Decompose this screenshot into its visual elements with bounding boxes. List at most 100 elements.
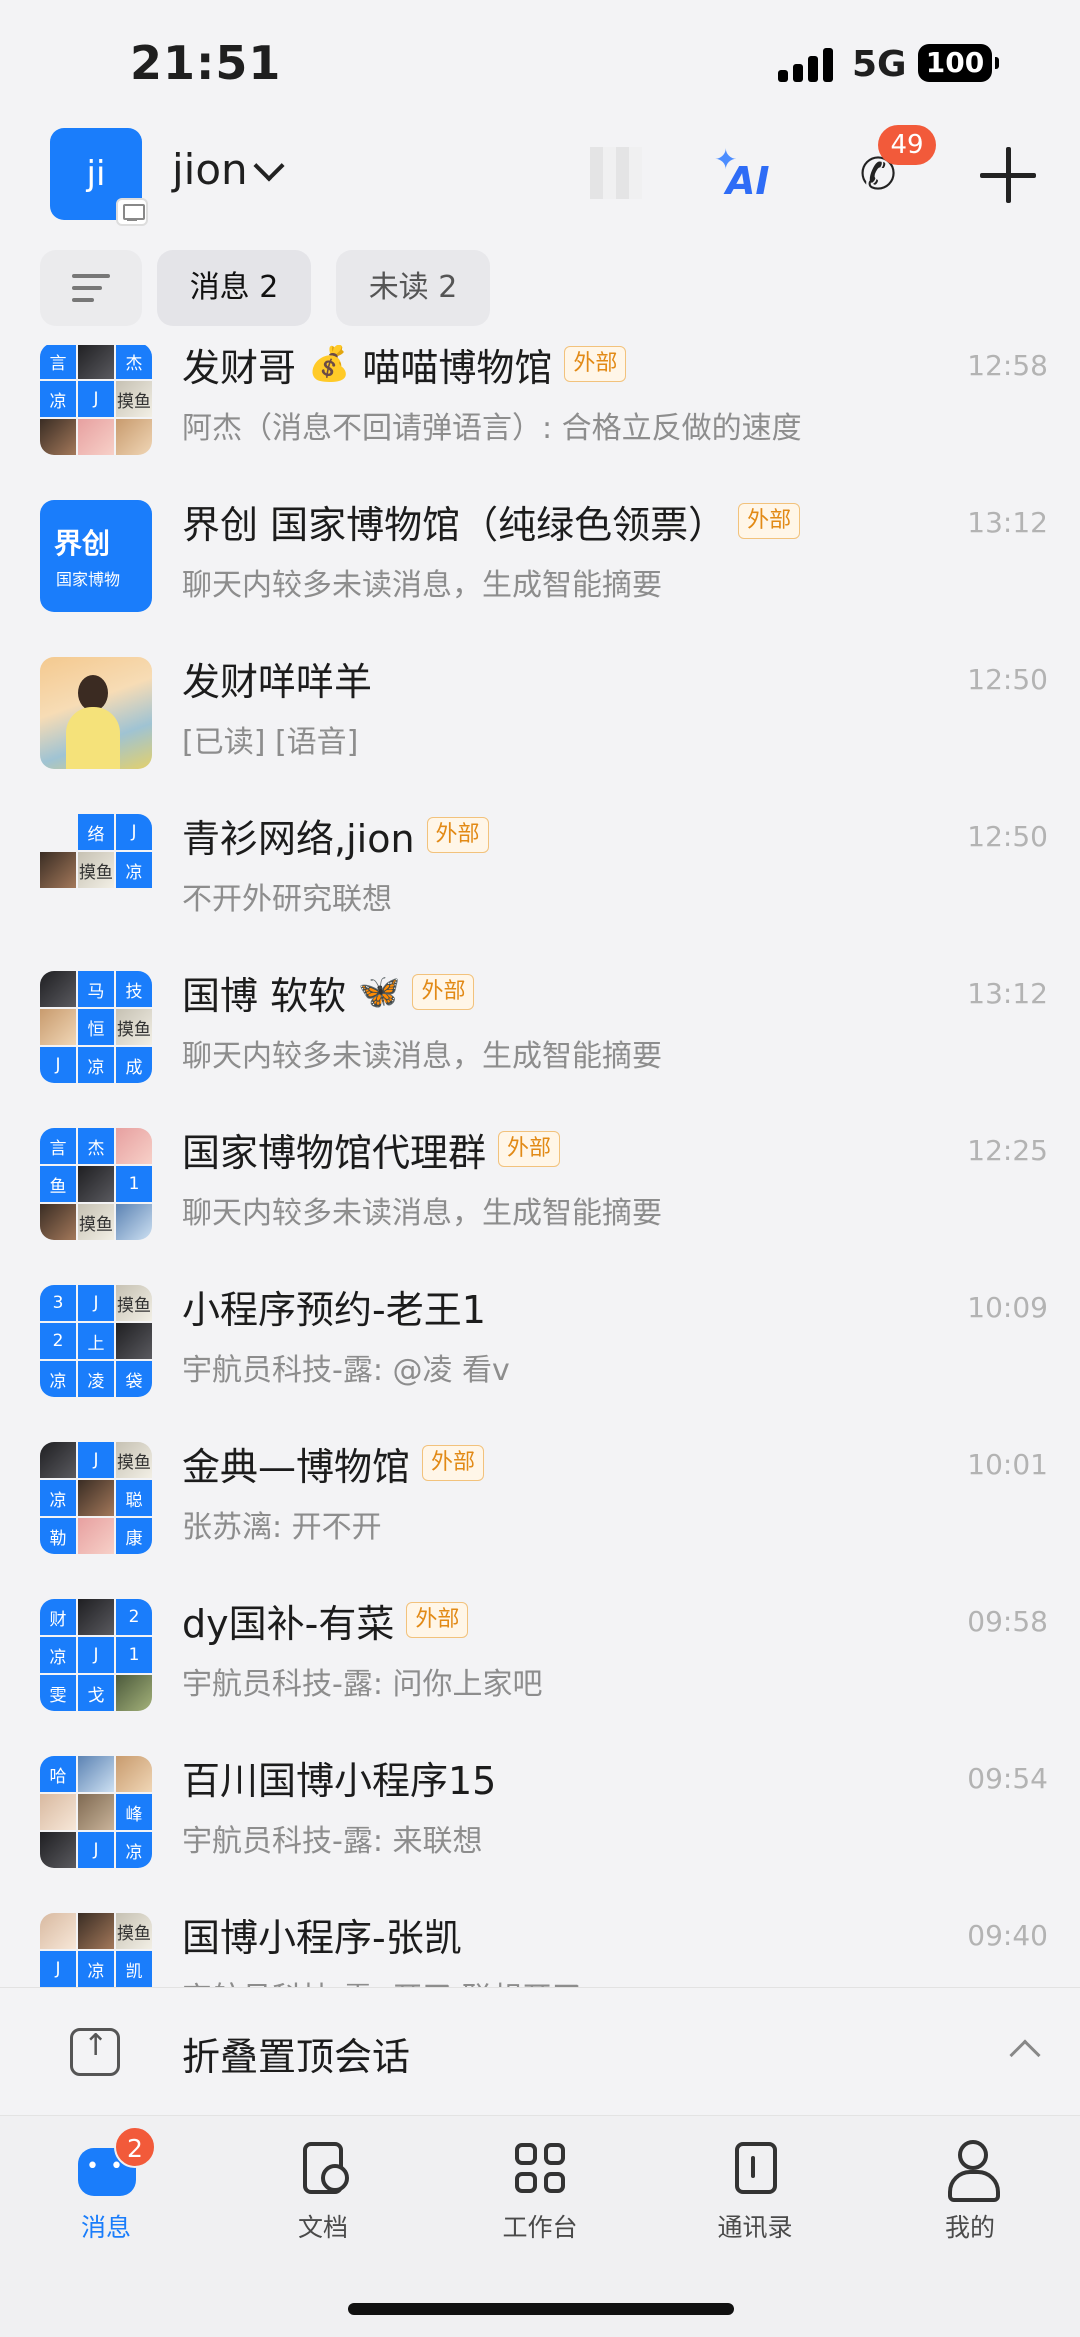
ai-label: AI <box>726 159 770 203</box>
chat-row[interactable]: 发财咩咩羊 12:50 [已读] [语音] <box>0 649 1080 806</box>
external-tag: 外部 <box>422 1445 485 1481</box>
account-avatar[interactable]: ji <box>50 128 148 226</box>
status-bar: 21:51 5G 100 <box>0 0 1080 125</box>
home-indicator[interactable] <box>348 2303 734 2315</box>
chat-preview: 聊天内较多未读消息，生成智能摘要 <box>182 1196 662 1231</box>
group-avatar: 言杰 凉 J 摸鱼 <box>40 345 152 455</box>
chat-title: 青衫网络,jion 外部 <box>182 806 489 864</box>
chat-preview: 宇航员科技-露: @凌 看v <box>182 1353 510 1388</box>
messages-badge: 2 <box>114 2126 156 2168</box>
chat-row[interactable]: 哈 峰 J凉 百川国博小程序15 09:54 宇航员科技-露: 来联想 <box>0 1748 1080 1905</box>
filter-unread-chip[interactable]: 未读 2 <box>336 250 490 326</box>
tab-workbench[interactable]: 工作台 <box>470 2138 610 2248</box>
document-icon <box>303 2142 349 2194</box>
chat-title: 界创 国家博物馆（纯绿色领票） 外部 <box>182 492 801 550</box>
chat-name: 金典—博物馆 <box>182 1444 411 1489</box>
chat-row[interactable]: 言杰 凉 J 摸鱼 发财哥 💰 喵喵博物馆 外部 12:58 阿杰（消息不回请弹语言… <box>0 345 1080 492</box>
tab-label: 通讯录 <box>717 2213 793 2242</box>
tab-docs[interactable]: 文档 <box>253 2138 393 2248</box>
external-tag: 外部 <box>738 503 801 539</box>
grid-icon <box>515 2143 565 2193</box>
chat-name: 小程序预约-老王1 <box>182 1287 486 1332</box>
chat-preview: 张苏漓: 开不开 <box>182 1510 382 1545</box>
group-avatar: 3 J 摸鱼 2上 凉凌袋 <box>40 1285 152 1397</box>
chat-name: 国博 软软 <box>182 973 347 1018</box>
chat-title: 小程序预约-老王1 <box>182 1277 486 1335</box>
chat-name: 发财咩咩羊 <box>182 659 373 704</box>
filter-messages-chip[interactable]: 消息 2 <box>157 250 311 326</box>
chat-name: 界创 国家博物馆（纯绿色领票） <box>182 502 727 547</box>
butterfly-icon: 🦋 <box>358 972 401 1012</box>
group-avatar: 马技 恒摸鱼 J凉成 <box>40 971 152 1083</box>
group-avatar: 摸鱼 J凉凯 <box>40 1913 152 1987</box>
group-avatar: 哈 峰 J凉 <box>40 1756 152 1868</box>
chat-row[interactable]: 财2 凉J1 雯戈 dy国补-有菜 外部 09:58 宇航员科技-露: 问你上家… <box>0 1591 1080 1748</box>
external-tag: 外部 <box>406 1602 469 1638</box>
pc-online-icon <box>116 198 148 226</box>
chat-name: 青衫网络,jion <box>182 816 415 861</box>
chat-time: 09:58 <box>967 1605 1048 1638</box>
chat-preview: 不开外研究联想 <box>182 882 392 917</box>
chat-time: 10:01 <box>967 1448 1048 1481</box>
chat-preview: 聊天内较多未读消息，生成智能摘要 <box>182 568 662 603</box>
mosaic-icon[interactable] <box>590 147 642 199</box>
tab-messages[interactable]: 2 消息 <box>36 2126 176 2248</box>
chevron-up-icon[interactable] <box>1009 2039 1041 2071</box>
chat-time: 12:50 <box>967 820 1048 853</box>
money-bag-icon: 💰 <box>308 345 351 384</box>
external-tag: 外部 <box>564 346 627 382</box>
chat-row[interactable]: 络J 摸鱼凉 青衫网络,jion 外部 12:50 不开外研究联想 <box>0 806 1080 963</box>
brand-avatar: 界创 国家博物 <box>40 500 152 612</box>
tab-label: 我的 <box>944 2213 995 2242</box>
group-avatar: J 摸鱼 凉聪 勒康 <box>40 1442 152 1554</box>
pin-upload-icon <box>70 2028 120 2076</box>
chat-preview: 聊天内较多未读消息，生成智能摘要 <box>182 1039 662 1074</box>
chat-title: 发财咩咩羊 <box>182 649 372 707</box>
chat-list[interactable]: 言杰 凉 J 摸鱼 发财哥 💰 喵喵博物馆 外部 12:58 阿杰（消息不回请弹语言… <box>0 345 1080 1987</box>
tab-label: 工作台 <box>502 2213 578 2242</box>
user-icon <box>948 2140 1000 2202</box>
chat-time: 09:54 <box>967 1762 1048 1795</box>
group-avatar: 言杰 鱼1 摸鱼 <box>40 1128 152 1240</box>
filter-menu-icon[interactable] <box>40 250 142 326</box>
chat-row[interactable]: J 摸鱼 凉聪 勒康 金典—博物馆 外部 10:01 张苏漓: 开不开 <box>0 1434 1080 1591</box>
chat-row[interactable]: 3 J 摸鱼 2上 凉凌袋 小程序预约-老王1 10:09 宇航员科技-露: @凌 … <box>0 1277 1080 1434</box>
top-header: ji jion ✦ AI ✆ 49 <box>0 125 1080 235</box>
tab-contacts[interactable]: 通讯录 <box>685 2138 825 2248</box>
user-avatar <box>40 657 152 769</box>
chat-row[interactable]: 言杰 鱼1 摸鱼 国家博物馆代理群 外部 12:25 聊天内较多未读消息，生成智… <box>0 1120 1080 1277</box>
chat-time: 13:12 <box>967 506 1048 539</box>
account-name[interactable]: jion <box>172 145 248 194</box>
group-avatar: 财2 凉J1 雯戈 <box>40 1599 152 1711</box>
ai-assistant-button[interactable]: ✦ AI <box>712 143 780 203</box>
chat-name: 国家博物馆代理群 <box>182 1130 487 1175</box>
chat-time: 12:58 <box>967 349 1048 382</box>
chat-title: 国家博物馆代理群 外部 <box>182 1120 561 1178</box>
external-tag: 外部 <box>498 1131 561 1167</box>
chat-name: 发财哥 <box>182 345 297 390</box>
chat-time: 12:50 <box>967 663 1048 696</box>
chat-name: 国博小程序-张凯 <box>182 1915 462 1960</box>
chat-time: 10:09 <box>967 1291 1048 1324</box>
filter-bar: 消息 2 未读 2 <box>0 235 1080 345</box>
chat-time: 12:25 <box>967 1134 1048 1167</box>
chat-title: dy国补-有菜 外部 <box>182 1591 469 1649</box>
chat-row[interactable]: 摸鱼 J凉凯 国博小程序-张凯 09:40 宇航员科技-露: 开了 联想开了 <box>0 1905 1080 1987</box>
chevron-down-icon[interactable] <box>253 150 285 182</box>
add-button[interactable] <box>980 147 1036 203</box>
chat-time: 09:40 <box>967 1919 1048 1952</box>
chat-title: 发财哥 💰 喵喵博物馆 外部 <box>182 345 627 393</box>
folded-pinned-label: 折叠置顶会话 <box>182 2035 411 2079</box>
tab-label: 文档 <box>297 2213 348 2242</box>
external-tag: 外部 <box>426 817 489 853</box>
chat-name: 百川国博小程序15 <box>182 1758 497 1803</box>
chat-name-suffix: 喵喵博物馆 <box>362 345 553 390</box>
tab-label: 消息 <box>80 2213 131 2242</box>
tab-me[interactable]: 我的 <box>900 2138 1040 2248</box>
chat-time: 13:12 <box>967 977 1048 1010</box>
chat-row[interactable]: 马技 恒摸鱼 J凉成 国博 软软 🦋 外部 13:12 聊天内较多未读消息，生成… <box>0 963 1080 1120</box>
chat-title: 金典—博物馆 外部 <box>182 1434 485 1492</box>
chat-row[interactable]: 界创 国家博物 界创 国家博物馆（纯绿色领票） 外部 13:12 聊天内较多未读… <box>0 492 1080 649</box>
chat-title: 百川国博小程序15 <box>182 1748 496 1806</box>
folded-pinned-bar[interactable]: 折叠置顶会话 <box>0 1987 1080 2115</box>
